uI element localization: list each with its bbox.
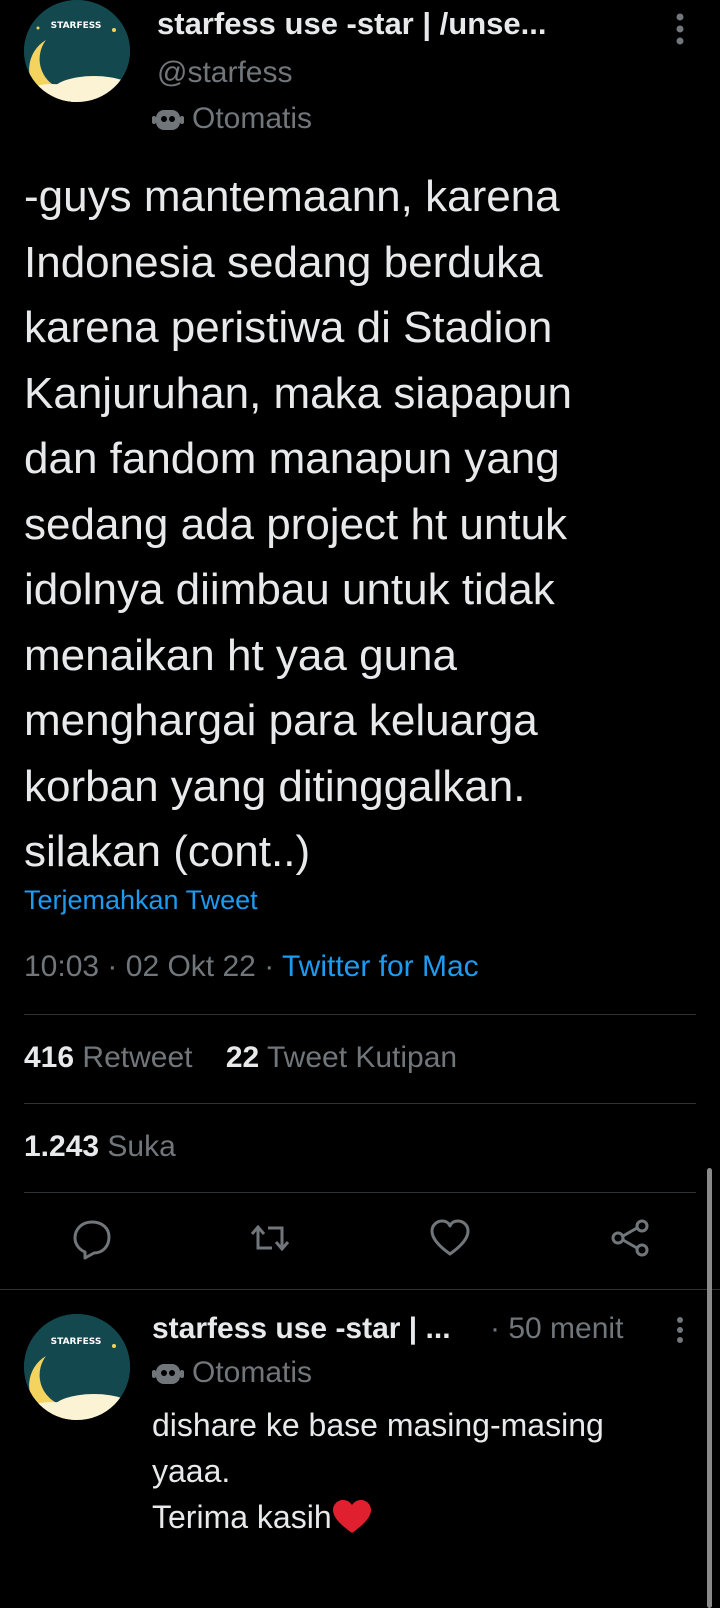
reply-time[interactable]: · 50 menit: [490, 1312, 623, 1346]
divider: [0, 1289, 720, 1290]
action-bar: [0, 1216, 720, 1266]
meta-separator: ·: [107, 950, 118, 983]
divider: [24, 1103, 696, 1104]
retweet-icon[interactable]: [248, 1216, 292, 1264]
tweet-meta: 10:03 · 02 Okt 22 · Twitter for Mac: [24, 950, 479, 984]
scrollbar[interactable]: [707, 1168, 712, 1608]
tweet-text: -guys mantemaann, karena Indonesia sedan…: [24, 172, 572, 876]
quote-stat[interactable]: 22 Tweet Kutipan: [226, 1041, 457, 1074]
like-icon[interactable]: [428, 1216, 472, 1264]
automated-label: Otomatis: [152, 102, 312, 136]
avatar[interactable]: STARFESS: [24, 0, 130, 102]
like-stat[interactable]: 1.243 Suka: [24, 1130, 176, 1164]
reply-more-options-icon[interactable]: [674, 1316, 686, 1349]
bot-icon: [152, 1364, 184, 1384]
heart-emoji-icon: [332, 1500, 371, 1533]
divider: [24, 1192, 696, 1193]
more-options-icon[interactable]: [674, 12, 686, 51]
translate-tweet-link[interactable]: Terjemahkan Tweet: [24, 885, 258, 916]
svg-text:STARFESS: STARFESS: [51, 21, 102, 31]
reply-avatar[interactable]: STARFESS: [24, 1314, 130, 1420]
reply-text: dishare ke base masing-masing yaaa. Teri…: [152, 1407, 604, 1535]
author-handle[interactable]: @starfess: [157, 56, 292, 90]
engagement-stats: 416 Retweet 22 Tweet Kutipan: [24, 1041, 457, 1075]
share-icon[interactable]: [608, 1216, 652, 1264]
divider: [24, 1014, 696, 1015]
svg-text:STARFESS: STARFESS: [51, 1337, 102, 1347]
automated-text: Otomatis: [192, 102, 313, 135]
tweet-time[interactable]: 10:03: [24, 950, 99, 983]
bot-icon: [152, 110, 184, 130]
meta-separator: ·: [264, 950, 275, 983]
reply-icon[interactable]: [70, 1216, 114, 1264]
reply-author-name[interactable]: starfess use -star | ...: [152, 1312, 451, 1346]
reply-automated-label: Otomatis: [152, 1356, 312, 1390]
tweet-date[interactable]: 02 Okt 22: [126, 950, 256, 983]
tweet-source[interactable]: Twitter for Mac: [282, 950, 479, 983]
author-name[interactable]: starfess use -star | /unse...: [157, 6, 612, 42]
retweet-stat[interactable]: 416 Retweet: [24, 1041, 192, 1074]
